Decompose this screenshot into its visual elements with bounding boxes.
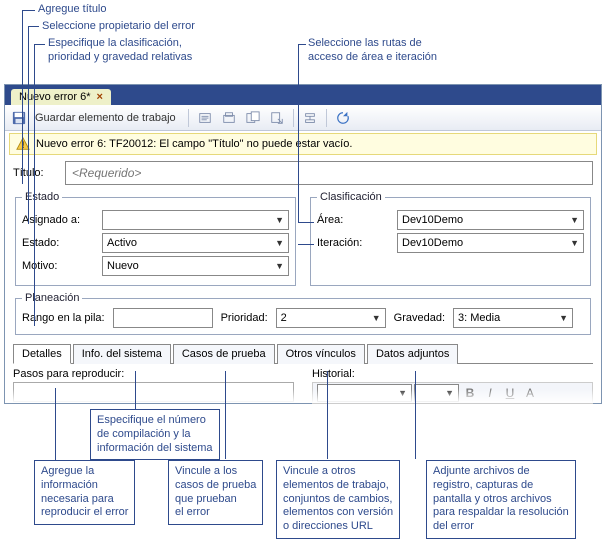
stack-rank-input[interactable]: [113, 308, 213, 328]
separator: [188, 109, 189, 127]
leader-line: [415, 371, 416, 459]
chevron-down-icon: ▼: [372, 313, 381, 323]
fade-edge: [5, 389, 601, 403]
validation-error-bar: Nuevo error 6: TF20012: El campo "Título…: [9, 133, 597, 155]
chevron-down-icon: ▼: [275, 215, 284, 225]
leader-line: [225, 371, 226, 459]
separator: [293, 109, 294, 127]
callout-link-tests: Vincule a los casos de prueba que prueba…: [168, 460, 263, 525]
history-label: Historial:: [312, 368, 593, 380]
callout-area-paths: Seleccione las rutas de acceso de área e…: [308, 37, 437, 65]
leader-line: [55, 388, 56, 460]
window-chrome: Nuevo error 6* ×: [5, 85, 601, 105]
classification-group: Clasificación Área: Dev10Demo▼ Iteración…: [310, 191, 591, 286]
lower-tabs: Detalles Info. del sistema Casos de prue…: [13, 343, 593, 364]
leader-line: [327, 371, 328, 459]
callout-specify-class: Especifique la clasificación, prioridad …: [48, 37, 192, 65]
chevron-down-icon: ▼: [275, 238, 284, 248]
leader-line: [28, 26, 29, 224]
planning-group: Planeación Rango en la pila: Prioridad: …: [15, 292, 591, 335]
reason-select[interactable]: Nuevo▼: [102, 256, 289, 276]
tab-test-cases[interactable]: Casos de prueba: [173, 344, 275, 364]
title-label: Título:: [13, 167, 59, 179]
callout-select-owner: Seleccione propietario del error: [42, 20, 195, 34]
tab-other-links[interactable]: Otros vínculos: [277, 344, 365, 364]
refresh-icon[interactable]: [333, 108, 353, 128]
repro-steps-label: Pasos para reproducir:: [13, 368, 294, 380]
validation-error-text: Nuevo error 6: TF20012: El campo "Título…: [36, 138, 352, 150]
assigned-to-select[interactable]: ▼: [102, 210, 289, 230]
callout-sysinfo: Especifique el número de compilación y l…: [90, 409, 220, 460]
state-select[interactable]: Activo▼: [102, 233, 289, 253]
leader-line: [28, 26, 39, 27]
leader-line: [298, 44, 306, 45]
tab-system-info[interactable]: Info. del sistema: [73, 344, 171, 364]
leader-line: [135, 371, 136, 409]
close-icon[interactable]: ×: [97, 91, 103, 103]
toolbar-btn-2[interactable]: [219, 108, 239, 128]
leader-line: [22, 10, 23, 184]
leader-line: [298, 44, 299, 222]
severity-label: Gravedad:: [394, 312, 445, 324]
toolbar-btn-1[interactable]: [195, 108, 215, 128]
chevron-down-icon: ▼: [559, 313, 568, 323]
callout-attach: Adjunte archivos de registro, capturas d…: [426, 460, 576, 539]
toolbar: Guardar elemento de trabajo: [5, 105, 601, 131]
callout-add-repro: Agregue la información necesaria para re…: [34, 460, 135, 525]
priority-label: Prioridad:: [221, 312, 268, 324]
planning-legend: Planeación: [22, 292, 82, 304]
tab-attachments[interactable]: Datos adjuntos: [367, 344, 458, 364]
leader-line: [34, 44, 35, 326]
chevron-down-icon: ▼: [275, 261, 284, 271]
toolbar-btn-5[interactable]: [300, 108, 320, 128]
tab-details[interactable]: Detalles: [13, 344, 71, 364]
area-select[interactable]: Dev10Demo▼: [397, 210, 584, 230]
iteration-label: Iteración:: [317, 237, 393, 249]
priority-select[interactable]: 2▼: [276, 308, 386, 328]
toolbar-btn-4[interactable]: [267, 108, 287, 128]
iteration-select[interactable]: Dev10Demo▼: [397, 233, 584, 253]
leader-line: [22, 10, 35, 11]
title-input[interactable]: [65, 161, 593, 185]
severity-select[interactable]: 3: Media▼: [453, 308, 573, 328]
separator: [326, 109, 327, 127]
callout-add-title: Agregue título: [38, 3, 107, 17]
leader-line: [34, 44, 45, 45]
state-group: Estado Asignado a: ▼ Estado: Activo▼ Mot…: [15, 191, 296, 286]
document-tab[interactable]: Nuevo error 6* ×: [11, 89, 111, 105]
leader-line: [298, 222, 314, 223]
save-button-label[interactable]: Guardar elemento de trabajo: [35, 112, 176, 124]
callout-link-other: Vincule a otros elementos de trabajo, co…: [276, 460, 400, 539]
save-icon[interactable]: [9, 108, 29, 128]
classification-legend: Clasificación: [317, 191, 385, 203]
leader-line: [298, 244, 314, 245]
toolbar-btn-3[interactable]: [243, 108, 263, 128]
work-item-form: Título: Estado Asignado a: ▼ Estado: Act…: [5, 157, 601, 404]
chevron-down-icon: ▼: [570, 215, 579, 225]
area-label: Área:: [317, 214, 393, 226]
chevron-down-icon: ▼: [570, 238, 579, 248]
document-tab-title: Nuevo error 6*: [19, 91, 91, 103]
